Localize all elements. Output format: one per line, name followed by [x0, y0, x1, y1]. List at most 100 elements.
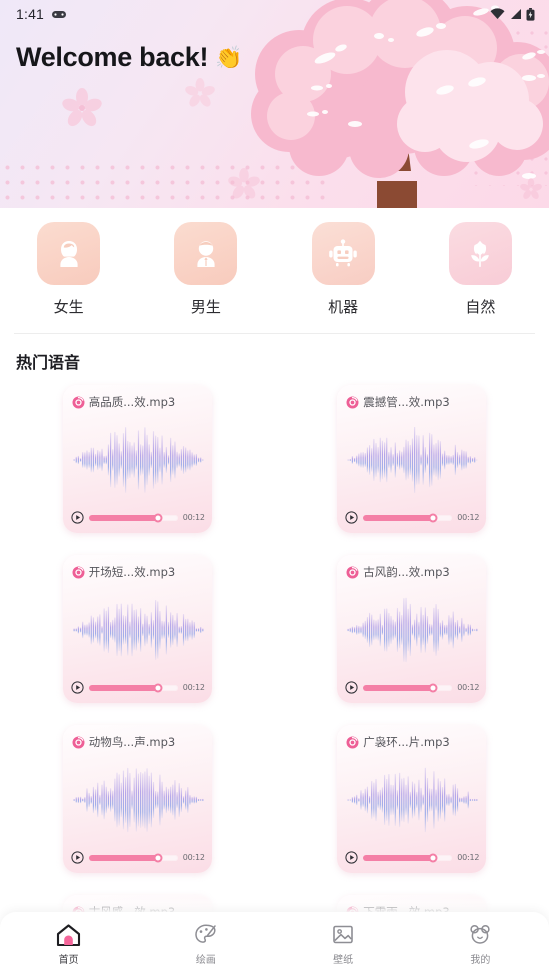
- nav-item-drawing[interactable]: 绘画: [137, 922, 274, 966]
- voice-card-title: 古风韵...效.mp3: [363, 565, 450, 579]
- section-title-hot-voices: 热门语音: [16, 353, 81, 372]
- female-avatar-icon-tile: [37, 222, 101, 285]
- category-row: 女生 男生 机器 自然: [0, 208, 549, 317]
- nav-label: 我的: [470, 954, 491, 966]
- category-item-female[interactable]: 女生: [0, 222, 137, 317]
- status-bar-right: [490, 7, 535, 21]
- progress-slider[interactable]: [363, 513, 453, 522]
- voice-card-duration: 00:12: [457, 513, 480, 522]
- category-label: 女生: [53, 298, 84, 316]
- voice-card-player: 00:12: [63, 681, 212, 694]
- progress-knob[interactable]: [428, 853, 438, 862]
- status-bar-left: 1:41: [16, 6, 67, 22]
- progress-knob[interactable]: [428, 683, 438, 692]
- male-avatar-icon: [197, 240, 215, 267]
- progress-knob[interactable]: [153, 853, 163, 862]
- voice-card-slot: 古风韵...效.mp3 00:12: [275, 555, 549, 703]
- voice-card-duration: 00:12: [457, 853, 480, 862]
- robot-icon: [329, 238, 357, 266]
- voice-card-player: 00:12: [337, 511, 486, 524]
- female-avatar-icon: [60, 240, 78, 267]
- voice-card-title: 震撼管...效.mp3: [363, 395, 450, 409]
- voice-card-player: 00:12: [63, 511, 212, 524]
- play-circle-icon[interactable]: [71, 511, 84, 524]
- nav-item-wallpaper[interactable]: 壁纸: [275, 922, 412, 966]
- voice-card-header: 动物鸟...声.mp3: [63, 725, 212, 750]
- nav-label: 首页: [58, 954, 79, 966]
- nav-label: 绘画: [195, 954, 216, 966]
- status-time: 1:41: [16, 6, 45, 22]
- progress-knob[interactable]: [153, 513, 163, 522]
- nav-item-profile[interactable]: 我的: [412, 922, 549, 966]
- voice-card-duration: 00:12: [182, 683, 205, 692]
- male-avatar-icon-tile: [174, 222, 238, 285]
- progress-slider[interactable]: [88, 853, 178, 862]
- audio-waveform: [347, 597, 478, 663]
- category-item-nature[interactable]: 自然: [412, 222, 549, 317]
- voice-card-title: 开场短...效.mp3: [88, 565, 176, 579]
- sakura-petal-icon: [228, 168, 260, 199]
- signal-icon: [511, 9, 521, 19]
- sakura-petal-icon: [62, 88, 102, 127]
- play-circle-icon[interactable]: [71, 851, 84, 864]
- welcome-greeting: Welcome back! 👏: [16, 42, 243, 73]
- disc-icon: [346, 566, 359, 578]
- category-label: 男生: [190, 298, 221, 316]
- disc-icon: [72, 566, 85, 578]
- audio-waveform: [73, 599, 204, 661]
- battery-icon: [526, 7, 535, 21]
- wifi-icon: [490, 8, 505, 19]
- nav-item-home[interactable]: 首页: [0, 922, 137, 966]
- play-circle-icon[interactable]: [71, 681, 84, 694]
- voice-card-player: 00:12: [337, 681, 486, 694]
- progress-knob[interactable]: [153, 683, 163, 692]
- voice-card[interactable]: 震撼管...效.mp3 00:12: [337, 385, 487, 533]
- sakura-petal-icon: [520, 178, 542, 199]
- cherry-blossom-tree-illustration: [251, 0, 549, 208]
- voice-card-title: 高品质...效.mp3: [88, 395, 176, 409]
- voice-card[interactable]: 广袅环...片.mp3 00:12: [337, 725, 487, 873]
- game-controller-icon: [52, 11, 67, 18]
- tulip-flower-icon: [471, 240, 490, 267]
- voice-card[interactable]: 高品质...效.mp3 00:12: [62, 385, 212, 533]
- disc-icon: [72, 396, 85, 408]
- voice-card[interactable]: 动物鸟...声.mp3 00:12: [62, 725, 212, 873]
- voice-card-duration: 00:12: [182, 513, 205, 522]
- disc-icon: [346, 736, 359, 748]
- progress-slider[interactable]: [363, 683, 453, 692]
- voice-card-slot: 高品质...效.mp3 00:12: [0, 385, 275, 533]
- voice-card-header: 广袅环...片.mp3: [337, 725, 486, 750]
- voice-card-player: 00:12: [337, 851, 486, 864]
- progress-slider[interactable]: [88, 513, 178, 522]
- disc-icon: [72, 736, 85, 748]
- voice-card-slot: 广袅环...片.mp3 00:12: [275, 725, 549, 873]
- category-item-male[interactable]: 男生: [137, 222, 274, 317]
- disc-icon: [346, 396, 359, 408]
- bear-face-icon: [470, 924, 491, 944]
- voice-card-header: 高品质...效.mp3: [63, 385, 212, 410]
- audio-waveform: [73, 427, 204, 493]
- play-circle-icon[interactable]: [345, 681, 358, 694]
- voice-card-header: 开场短...效.mp3: [63, 555, 212, 580]
- voice-card-player: 00:12: [63, 851, 212, 864]
- voice-card[interactable]: 开场短...效.mp3 00:12: [62, 555, 212, 703]
- page-title: Welcome back!: [16, 42, 209, 72]
- robot-icon-tile: [311, 222, 375, 285]
- bottom-navigation-bar: 首页 绘画 壁纸 我的: [0, 912, 549, 975]
- play-circle-icon[interactable]: [345, 511, 358, 524]
- app-root: 1:41 Welcome back! 👏 女生 男生 机器 自然 热门语音 高品…: [0, 0, 549, 975]
- audio-waveform: [73, 767, 204, 833]
- voice-card-slot: 震撼管...效.mp3 00:12: [275, 385, 549, 533]
- status-bar: 1:41: [0, 0, 549, 28]
- progress-knob[interactable]: [428, 513, 438, 522]
- voice-card-duration: 00:12: [182, 853, 205, 862]
- category-item-robot[interactable]: 机器: [275, 222, 412, 317]
- voice-card[interactable]: 古风韵...效.mp3 00:12: [337, 555, 487, 703]
- audio-waveform: [347, 767, 478, 833]
- voice-card-duration: 00:12: [457, 683, 480, 692]
- progress-slider[interactable]: [363, 853, 453, 862]
- progress-slider[interactable]: [88, 683, 178, 692]
- play-circle-icon[interactable]: [345, 851, 358, 864]
- category-label: 机器: [328, 298, 359, 316]
- audio-waveform: [347, 427, 478, 493]
